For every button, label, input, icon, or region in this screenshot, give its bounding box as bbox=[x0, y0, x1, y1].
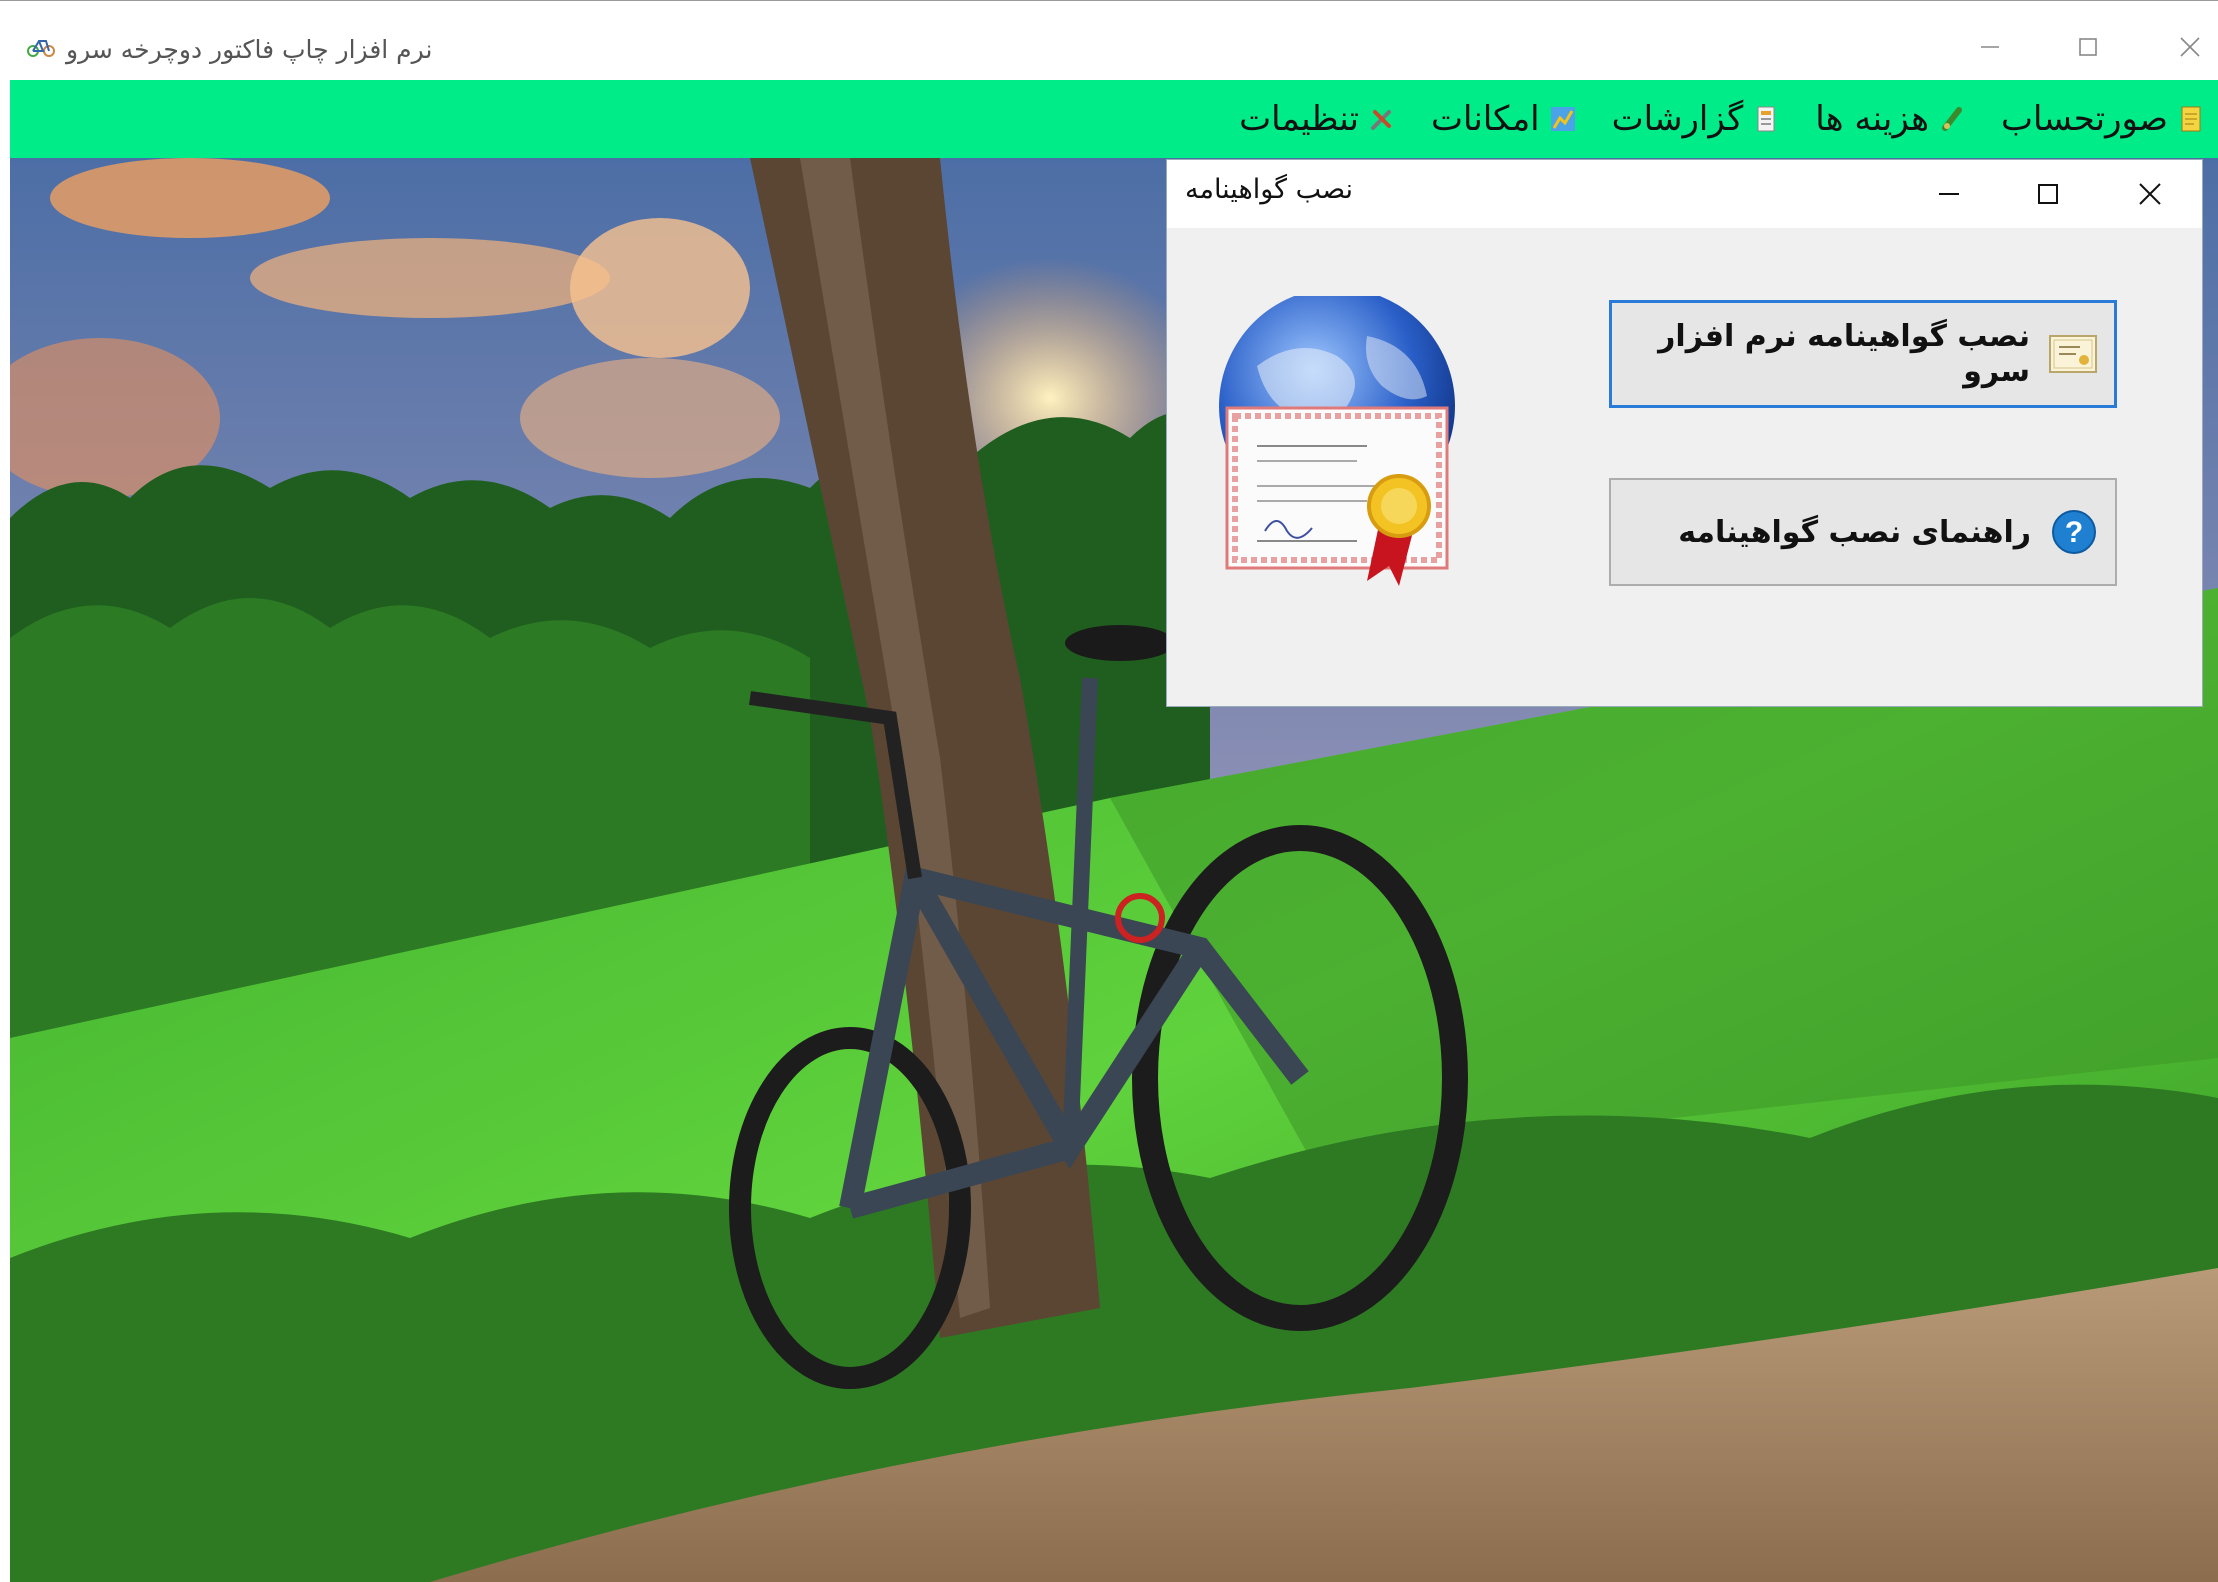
menu-item-label: امکانات bbox=[1430, 99, 1540, 139]
certificate-dialog: نصب گواهینامه نصب گواهینامه نرم افزار سر… bbox=[1167, 160, 2202, 706]
close-button[interactable] bbox=[2166, 27, 2214, 67]
menu-item-tools[interactable]: امکانات bbox=[1431, 99, 1578, 139]
minimize-icon bbox=[1939, 193, 1959, 195]
reports-icon bbox=[1757, 106, 1775, 132]
invoice-icon bbox=[2181, 106, 2201, 132]
certificate-icon bbox=[2046, 330, 2100, 378]
menu-item-label: هزینه ها bbox=[1815, 99, 1930, 139]
dialog-maximize-button[interactable] bbox=[2018, 172, 2078, 216]
maximize-button[interactable] bbox=[2064, 27, 2112, 67]
menu-item-label: صورتحساب bbox=[2001, 99, 2168, 139]
app-title: نرم افزار چاپ فاکتور دوچرخه سرو bbox=[26, 29, 432, 69]
menu-item-label: تنظیمات bbox=[1239, 99, 1359, 139]
close-icon bbox=[2139, 183, 2161, 205]
certificate-help-label: راهنمای نصب گواهینامه bbox=[1678, 514, 2031, 550]
minimize-button[interactable] bbox=[1966, 27, 2014, 67]
svg-text:?: ? bbox=[2065, 516, 2083, 549]
install-certificate-label: نصب گواهینامه نرم افزار سرو bbox=[1658, 319, 2030, 389]
menu-item-reports[interactable]: گزارشات bbox=[1612, 99, 1782, 139]
tools-icon bbox=[1550, 107, 1575, 131]
certificate-help-button[interactable]: ? راهنمای نصب گواهینامه bbox=[1609, 478, 2117, 586]
install-certificate-button[interactable]: نصب گواهینامه نرم افزار سرو bbox=[1609, 300, 2117, 408]
dialog-title-bar: نصب گواهینامه bbox=[1167, 160, 2202, 228]
close-icon bbox=[2180, 37, 2200, 57]
app-title-text: نرم افزار چاپ فاکتور دوچرخه سرو bbox=[66, 34, 433, 64]
menu-item-invoice[interactable]: صورتحساب bbox=[2001, 99, 2206, 139]
expenses-icon bbox=[1942, 107, 1963, 131]
help-question-icon: ? bbox=[2047, 508, 2101, 556]
menu-bar: صورتحساب هزینه ها گزارشات امکانات تنظیما… bbox=[10, 80, 2218, 158]
settings-icon bbox=[1370, 110, 1391, 130]
menu-item-label: گزارشات bbox=[1611, 99, 1744, 139]
menu-item-expenses[interactable]: هزینه ها bbox=[1815, 99, 1967, 139]
dialog-minimize-button[interactable] bbox=[1919, 172, 1979, 216]
maximize-icon bbox=[2079, 38, 2097, 56]
main-title-bar: نرم افزار چاپ فاکتور دوچرخه سرو bbox=[0, 0, 2218, 80]
certificate-globe-icon bbox=[1217, 288, 1457, 586]
bicycle-app-icon bbox=[26, 35, 56, 64]
dialog-title: نصب گواهینامه bbox=[1185, 174, 1354, 205]
dialog-close-button[interactable] bbox=[2120, 172, 2180, 216]
maximize-icon bbox=[2038, 184, 2058, 204]
minimize-icon bbox=[1981, 46, 1999, 48]
menu-item-settings[interactable]: تنظیمات bbox=[1239, 99, 1397, 139]
